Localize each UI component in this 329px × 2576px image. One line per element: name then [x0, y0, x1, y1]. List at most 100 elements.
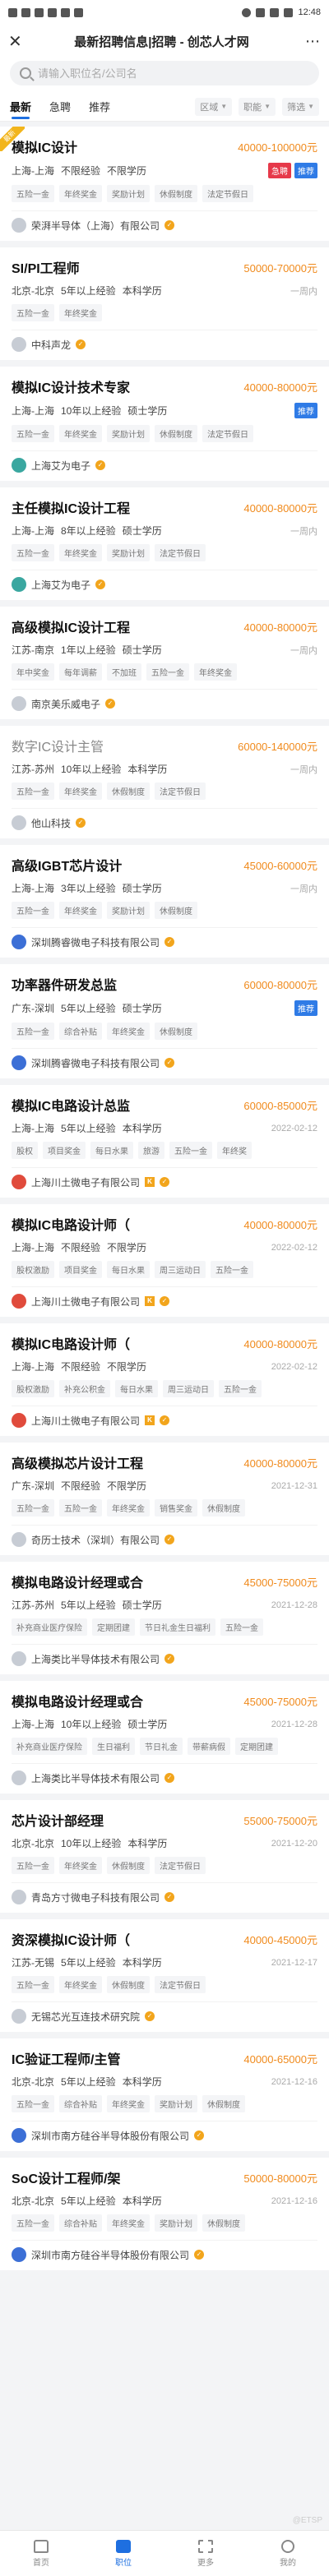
benefit-tag: 年终奖金 [59, 902, 102, 919]
benefit-tag: 销售奖金 [155, 1499, 197, 1517]
job-card[interactable]: 模拟IC电路设计师（ 40000-80000元 上海-上海 不限经验 不限学历 2022-… [0, 1204, 329, 1317]
company-row[interactable]: 深圳市南方硅谷半导体股份有限公司 ✓ [12, 2240, 317, 2262]
job-card[interactable]: 芯片设计部经理 55000-75000元 北京-北京 10年以上经验 本科学历 2021-… [0, 1800, 329, 1913]
salary: 60000-85000元 [243, 1099, 317, 1112]
nav-更多[interactable]: 更多 [164, 2531, 247, 2576]
nav-label: 首页 [33, 2558, 49, 2568]
job-card[interactable]: 功率器件研发总监 60000-80000元 广东-深圳 5年以上经验 硕士学历 推荐 五险一… [0, 964, 329, 1078]
company-name[interactable]: 荣湃半导体（上海）有限公司 [31, 219, 160, 233]
company-row[interactable]: 深圳腾睿微电子科技有限公司 ✓ [12, 1048, 317, 1070]
company-name[interactable]: 上海艾为电子 [31, 459, 90, 473]
company-row[interactable]: 深圳腾睿微电子科技有限公司 ✓ [12, 927, 317, 949]
job-card[interactable]: 模拟电路设计经理或合 45000-75000元 上海-上海 10年以上经验 硕士学历 20… [0, 1681, 329, 1794]
job-card[interactable]: 数字IC设计主管 60000-140000元 江苏-苏州 10年以上经验 本科学历 一周内… [0, 726, 329, 838]
job-title[interactable]: 模拟IC电路设计师（ [12, 1214, 130, 1234]
job-title[interactable]: 模拟IC电路设计师（ [12, 1333, 130, 1353]
company-row[interactable]: 上海类比半导体技术有限公司 ✓ [12, 1763, 317, 1785]
job-title[interactable]: 主任模拟IC设计工程 [12, 497, 130, 517]
close-icon[interactable]: ✕ [8, 31, 25, 52]
job-card[interactable]: 高级模拟芯片设计工程 40000-80000元 广东-深圳 不限经验 不限学历 2021-… [0, 1443, 329, 1555]
company-name[interactable]: 奇历士技术（深圳）有限公司 [31, 1533, 160, 1547]
job-title[interactable]: 模拟电路设计经理或合 [12, 1691, 143, 1710]
job-card[interactable]: 模拟电路设计经理或合 45000-75000元 江苏-苏州 5年以上经验 硕士学历 202… [0, 1562, 329, 1674]
filter-筛选[interactable]: 筛选 ▼ [282, 97, 319, 116]
company-name[interactable]: 上海川土微电子有限公司 [31, 1414, 140, 1428]
company-row[interactable]: 他山科技 ✓ [12, 808, 317, 830]
job-card[interactable]: 模拟IC电路设计总监 60000-85000元 上海-上海 5年以上经验 本科学历 202… [0, 1085, 329, 1198]
job-title[interactable]: 高级IGBT芯片设计 [12, 855, 122, 875]
company-name[interactable]: 上海类比半导体技术有限公司 [31, 1652, 160, 1666]
company-name[interactable]: 他山科技 [31, 816, 71, 830]
job-title[interactable]: 模拟电路设计经理或合 [12, 1572, 143, 1591]
benefit-tag: 奖励计划 [155, 2214, 197, 2232]
company-row[interactable]: 深圳市南方硅谷半导体股份有限公司 ✓ [12, 2121, 317, 2143]
job-title[interactable]: 高级模拟芯片设计工程 [12, 1452, 143, 1472]
company-row[interactable]: 上海艾为电子 ✓ [12, 570, 317, 592]
company-name[interactable]: 上海川土微电子有限公司 [31, 1175, 140, 1189]
job-meta: 北京-北京 5年以上经验 本科学历 2021-12-16 [12, 2194, 317, 2208]
company-row[interactable]: 奇历士技术（深圳）有限公司 ✓ [12, 1525, 317, 1547]
company-row[interactable]: 上海艾为电子 ✓ [12, 450, 317, 473]
filter-区域[interactable]: 区域 ▼ [195, 97, 233, 116]
job-card[interactable]: 最新 模拟IC设计 40000-100000元 上海-上海 不限经验 不限学历 急聘 推荐 五险… [0, 127, 329, 241]
job-card[interactable]: IC验证工程师/主管 40000-65000元 北京-北京 5年以上经验 本科学历 202… [0, 2038, 329, 2151]
app-icon [21, 7, 30, 17]
company-row[interactable]: 荣湃半导体（上海）有限公司 ✓ [12, 210, 317, 233]
nav-职位[interactable]: 职位 [82, 2531, 164, 2576]
job-card[interactable]: 模拟IC设计技术专家 40000-80000元 上海-上海 10年以上经验 硕士学历 推荐… [0, 367, 329, 481]
tab-推荐[interactable]: 推荐 [89, 92, 110, 121]
job-title[interactable]: 模拟IC设计技术专家 [12, 376, 130, 396]
search-input[interactable] [38, 67, 309, 80]
job-title[interactable]: 芯片设计部经理 [12, 1810, 104, 1830]
job-title[interactable]: 模拟IC电路设计总监 [12, 1095, 130, 1115]
filter-职能[interactable]: 职能 ▼ [239, 97, 276, 116]
company-row[interactable]: 南京美乐威电子 ✓ [12, 689, 317, 711]
company-name[interactable]: 上海类比半导体技术有限公司 [31, 1771, 160, 1785]
company-name[interactable]: 上海艾为电子 [31, 578, 90, 592]
job-requirements: 江苏-无锡 5年以上经验 本科学历 [12, 1955, 162, 1969]
job-card[interactable]: SoC设计工程师/架 50000-80000元 北京-北京 5年以上经验 本科学历 202… [0, 2158, 329, 2270]
job-card[interactable]: 高级IGBT芯片设计 45000-60000元 上海-上海 3年以上经验 硕士学历 一周内… [0, 845, 329, 958]
company-name[interactable]: 深圳腾睿微电子科技有限公司 [31, 935, 160, 949]
job-title[interactable]: 资深模拟IC设计师（ [12, 1929, 130, 1949]
company-row[interactable]: 中科声龙 ✓ [12, 330, 317, 352]
job-title[interactable]: SoC设计工程师/架 [12, 2167, 120, 2187]
nav-首页[interactable]: 首页 [0, 2531, 82, 2576]
search-box[interactable] [10, 61, 319, 85]
company-row[interactable]: 青岛方寸微电子科技有限公司 ✓ [12, 1882, 317, 1904]
company-row[interactable]: 上海川土微电子有限公司 K ✓ [12, 1286, 317, 1309]
company-name[interactable]: 上海川土微电子有限公司 [31, 1295, 140, 1309]
nav-我的[interactable]: 我的 [247, 2531, 329, 2576]
company-name[interactable]: 无锡芯光互连技术研究院 [31, 2010, 140, 2024]
benefit-tag: 休假制度 [107, 1857, 150, 1874]
company-row[interactable]: 上海川土微电子有限公司 K ✓ [12, 1167, 317, 1189]
job-title[interactable]: SI/PI工程师 [12, 257, 80, 277]
benefit-tags: 股权 项目奖金 每日水果 旅游 五险一金 年终奖 [12, 1142, 317, 1159]
company-row[interactable]: 上海川土微电子有限公司 K ✓ [12, 1406, 317, 1428]
job-card[interactable]: 高级模拟IC设计工程 40000-80000元 江苏-南京 1年以上经验 硕士学历 一周内… [0, 607, 329, 719]
verified-icon: ✓ [76, 339, 86, 349]
job-card[interactable]: SI/PI工程师 50000-70000元 北京-北京 5年以上经验 本科学历 一周内 五险… [0, 247, 329, 360]
job-title[interactable]: IC验证工程师/主管 [12, 2048, 120, 2068]
company-name[interactable]: 南京美乐威电子 [31, 697, 100, 711]
salary: 40000-80000元 [243, 381, 317, 394]
chevron-down-icon: ▼ [264, 103, 271, 110]
job-card[interactable]: 资深模拟IC设计师（ 40000-45000元 江苏-无锡 5年以上经验 本科学历 202… [0, 1919, 329, 2032]
job-title[interactable]: 功率器件研发总监 [12, 974, 117, 994]
company-row[interactable]: 无锡芯光互连技术研究院 ✓ [12, 2001, 317, 2024]
company-logo [12, 935, 26, 949]
job-card[interactable]: 主任模拟IC设计工程 40000-80000元 上海-上海 8年以上经验 硕士学历 一周内… [0, 487, 329, 600]
job-title[interactable]: 数字IC设计主管 [12, 736, 104, 755]
filter-label: 区域 [200, 102, 219, 113]
job-card[interactable]: 模拟IC电路设计师（ 40000-80000元 上海-上海 不限经验 不限学历 2022-… [0, 1323, 329, 1436]
company-name[interactable]: 深圳市南方硅谷半导体股份有限公司 [31, 2129, 189, 2143]
company-name[interactable]: 深圳市南方硅谷半导体股份有限公司 [31, 2248, 189, 2262]
tab-最新[interactable]: 最新 [10, 92, 31, 121]
more-menu-icon[interactable]: ⋯ [305, 33, 321, 50]
company-name[interactable]: 中科声龙 [31, 338, 71, 352]
company-name[interactable]: 青岛方寸微电子科技有限公司 [31, 1890, 160, 1904]
company-row[interactable]: 上海类比半导体技术有限公司 ✓ [12, 1644, 317, 1666]
company-name[interactable]: 深圳腾睿微电子科技有限公司 [31, 1056, 160, 1070]
tab-急聘[interactable]: 急聘 [49, 92, 71, 121]
job-title[interactable]: 高级模拟IC设计工程 [12, 616, 130, 636]
